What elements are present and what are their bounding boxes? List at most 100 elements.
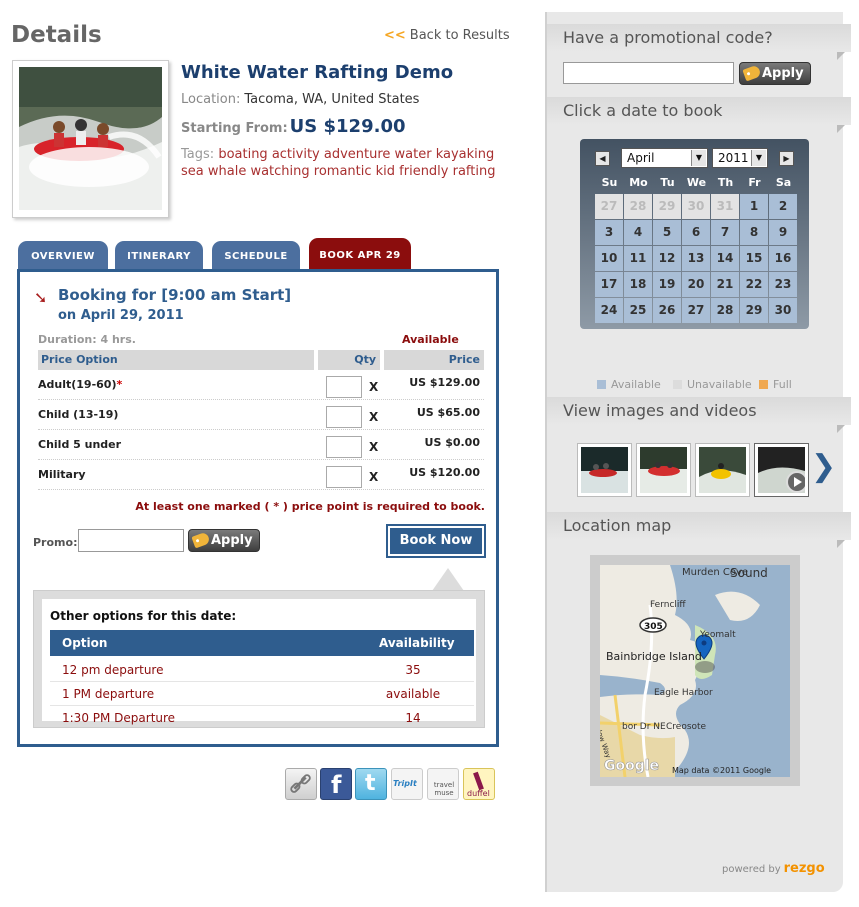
calendar-day[interactable]: 22: [740, 272, 768, 297]
option-row[interactable]: 1 PM departure available: [50, 682, 474, 706]
month-select[interactable]: April ▼: [621, 148, 708, 168]
calendar-day[interactable]: 16: [769, 246, 797, 271]
apply-promo-button[interactable]: Apply: [188, 529, 260, 552]
booking-calendar: ◀ April ▼ 2011 ▼ ▶ Su Mo Tu We Th Fr Sa 27 28 29 30 3…: [580, 139, 809, 329]
sidebar-apply-button[interactable]: Apply: [739, 62, 811, 85]
calendar-day-disabled: 27: [595, 194, 623, 219]
calendar-day[interactable]: 10: [595, 246, 623, 271]
calendar-day[interactable]: 1: [740, 194, 768, 219]
calendar-day[interactable]: 29: [740, 298, 768, 323]
option-row[interactable]: 12 pm departure 35: [50, 658, 474, 682]
tour-title: White Water Rafting Demo: [181, 62, 454, 83]
option-row[interactable]: 1:30 PM Departure 14: [50, 706, 474, 730]
calendar-day[interactable]: 5: [653, 220, 681, 245]
twitter-icon[interactable]: t: [355, 768, 387, 800]
tab-overview[interactable]: OVERVIEW: [18, 241, 108, 270]
calendar-day-disabled: 28: [624, 194, 652, 219]
back-to-results-link[interactable]: << Back to Results: [384, 28, 510, 43]
link-icon[interactable]: [285, 768, 317, 800]
calendar-day[interactable]: 11: [624, 246, 652, 271]
option-name[interactable]: 12 pm departure: [62, 658, 163, 682]
calendar-day[interactable]: 7: [711, 220, 739, 245]
svg-text:305: 305: [644, 622, 663, 632]
tripit-icon[interactable]: TripIt: [391, 768, 423, 800]
tag-icon: [191, 531, 211, 549]
calendar-day-disabled: 29: [653, 194, 681, 219]
option-name[interactable]: 1 PM departure: [62, 682, 154, 706]
year-select[interactable]: 2011 ▼: [712, 148, 768, 168]
price-amount: US $0.00: [424, 436, 480, 449]
promo-label: Promo:: [33, 536, 78, 549]
calendar-day[interactable]: 24: [595, 298, 623, 323]
gallery-thumb[interactable]: [636, 443, 691, 497]
option-name[interactable]: 1:30 PM Departure: [62, 706, 175, 730]
calendar-day-disabled: 31: [711, 194, 739, 219]
gallery-thumb[interactable]: [695, 443, 750, 497]
back-arrow-icon: <<: [384, 28, 406, 43]
calendar-day[interactable]: 18: [624, 272, 652, 297]
calendar-day[interactable]: 6: [682, 220, 710, 245]
location-map[interactable]: 305 Murden Cove Sound Ferncliff Yeomalt …: [590, 555, 800, 786]
month-value: April: [627, 151, 655, 165]
calendar-day[interactable]: 27: [682, 298, 710, 323]
calendar-day[interactable]: 30: [769, 298, 797, 323]
price-option-name: Military: [38, 468, 86, 481]
full-swatch: [759, 380, 768, 389]
calendar-day[interactable]: 28: [711, 298, 739, 323]
next-month-icon[interactable]: ▶: [779, 151, 794, 166]
map-attribution: Map data ©2011 Google: [672, 766, 771, 775]
tags-list[interactable]: boating activity adventure water kayakin…: [181, 147, 495, 179]
price-amount: US $120.00: [409, 466, 480, 479]
rezgo-logo[interactable]: rezgo: [784, 861, 825, 876]
calendar-day[interactable]: 26: [653, 298, 681, 323]
facebook-icon[interactable]: f: [320, 768, 352, 800]
tab-schedule[interactable]: SCHEDULE: [212, 241, 300, 270]
calendar-day[interactable]: 12: [653, 246, 681, 271]
qty-input-adult[interactable]: [326, 376, 362, 398]
calendar-day[interactable]: 8: [740, 220, 768, 245]
gallery-thumb[interactable]: [577, 443, 632, 497]
gallery-video-thumb[interactable]: [754, 443, 809, 497]
travelmuse-icon[interactable]: travel muse: [427, 768, 459, 800]
weekday-label: Mo: [629, 176, 648, 189]
duffel-icon[interactable]: duffel: [463, 768, 495, 800]
svg-text:Ferncliff: Ferncliff: [650, 600, 686, 610]
price-row: Child 5 under X US $0.00: [38, 430, 484, 460]
calendar-day[interactable]: 20: [682, 272, 710, 297]
calendar-day[interactable]: 3: [595, 220, 623, 245]
tour-thumbnail[interactable]: [12, 60, 169, 218]
price-row: Adult(19-60)* X US $129.00: [38, 370, 484, 400]
calendar-day[interactable]: 19: [653, 272, 681, 297]
tab-itinerary[interactable]: ITINERARY: [115, 241, 203, 270]
calendar-day[interactable]: 25: [624, 298, 652, 323]
calendar-day[interactable]: 14: [711, 246, 739, 271]
tags-label: Tags:: [181, 147, 215, 162]
qty-input-child-5-under[interactable]: [326, 436, 362, 458]
calendar-day[interactable]: 13: [682, 246, 710, 271]
other-options-title: Other options for this date:: [50, 609, 237, 623]
promo-heading: Have a promotional code?: [547, 24, 851, 60]
tab-book[interactable]: BOOK APR 29: [309, 238, 411, 270]
calendar-day[interactable]: 15: [740, 246, 768, 271]
qty-input-military[interactable]: [326, 466, 362, 488]
svg-text:Bainbridge Island: Bainbridge Island: [606, 650, 702, 663]
multiply-sign: X: [369, 470, 379, 484]
prev-month-icon[interactable]: ◀: [595, 151, 610, 166]
calendar-day[interactable]: 2: [769, 194, 797, 219]
calendar-day[interactable]: 4: [624, 220, 652, 245]
calendar-day[interactable]: 21: [711, 272, 739, 297]
location-row: Location: Tacoma, WA, United States: [181, 92, 419, 107]
promo-input[interactable]: [78, 529, 184, 552]
sidebar-promo-input[interactable]: [563, 62, 734, 84]
book-now-button[interactable]: Book Now: [386, 524, 486, 558]
calendar-day[interactable]: 23: [769, 272, 797, 297]
calendar-day[interactable]: 9: [769, 220, 797, 245]
chevron-right-icon[interactable]: ❯: [811, 449, 836, 484]
weekday-label: We: [686, 176, 707, 189]
tag-icon: [742, 64, 762, 82]
price-option-name: Adult(19-60)*: [38, 378, 123, 391]
option-availability: 14: [405, 711, 421, 725]
qty-input-child-13-19[interactable]: [326, 406, 362, 428]
calendar-day[interactable]: 17: [595, 272, 623, 297]
chevron-down-icon: ▼: [691, 150, 706, 166]
